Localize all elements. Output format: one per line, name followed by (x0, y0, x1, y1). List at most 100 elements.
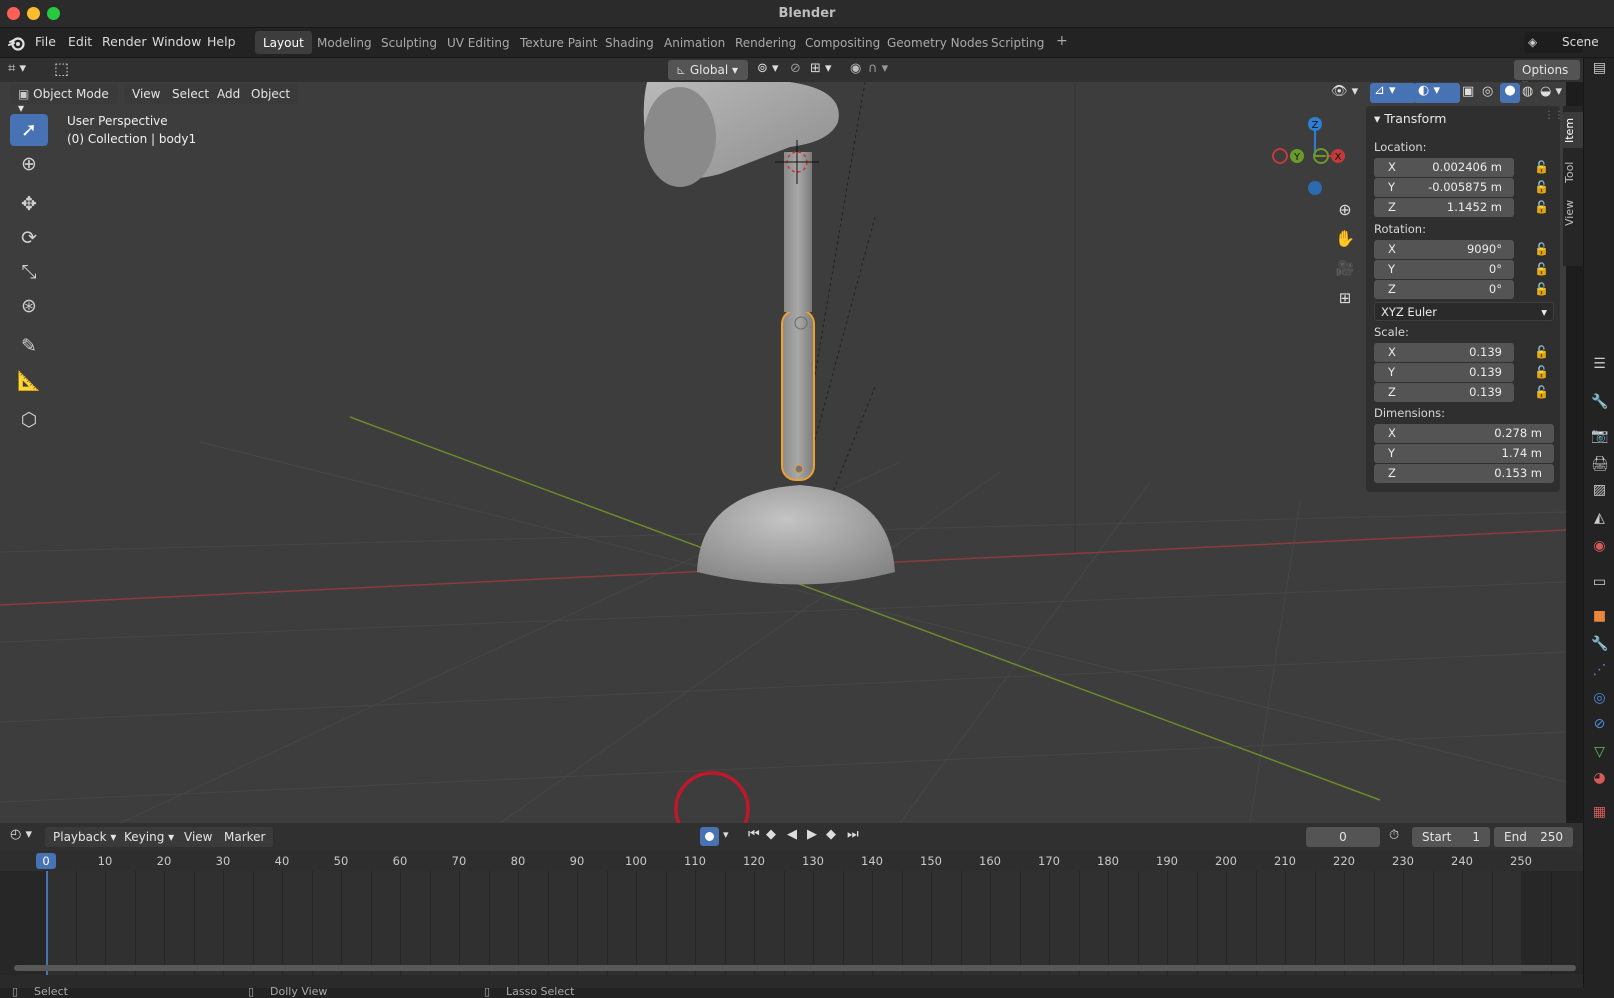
start-frame-field[interactable]: Start 1 (1412, 827, 1490, 847)
options-dropdown[interactable]: Options ▾ (1514, 60, 1580, 91)
xray-icon[interactable]: ▣ (1462, 84, 1474, 99)
add-cube-tool-icon[interactable]: ⬡ (10, 404, 48, 436)
lock-icon[interactable]: 🔓 (1534, 282, 1550, 296)
play-reverse-icon[interactable]: ◀ (787, 827, 797, 842)
tab-uv-editing[interactable]: UV Editing (439, 31, 518, 54)
auto-keying-record-button[interactable] (700, 827, 719, 846)
timeline-ruler[interactable]: 0 10 20 30 40 50 60 70 80 90 100 110 120 130 140 150 160… (0, 851, 1583, 871)
data-properties-icon[interactable]: ▽ (1591, 744, 1608, 761)
tab-animation[interactable]: Animation (656, 31, 733, 54)
cursor-tool-icon[interactable]: ⊕ (10, 148, 48, 180)
particles-properties-icon[interactable]: ⋰ (1591, 662, 1608, 679)
menu-window[interactable]: Window (152, 34, 201, 49)
lock-icon[interactable]: 🔓 (1534, 242, 1550, 256)
jump-to-start-icon[interactable]: ⏮ (748, 827, 760, 842)
lock-icon[interactable]: 🔓 (1534, 200, 1550, 214)
menu-help[interactable]: Help (207, 34, 236, 49)
falloff-icon[interactable]: ∩ ▾ (868, 61, 888, 76)
navigation-gizmo[interactable]: Z Y X (1270, 112, 1346, 202)
stopwatch-icon[interactable]: ⏱ (1389, 828, 1399, 843)
keying-options-chevron-icon[interactable]: ▾ (723, 828, 729, 841)
rotation-mode-dropdown[interactable]: XYZ Euler ▾ (1374, 302, 1554, 321)
rotate-tool-icon[interactable]: ⟳ (10, 222, 48, 254)
tab-view[interactable]: View (1563, 196, 1583, 230)
rotation-y-field[interactable]: Y 0° (1374, 260, 1514, 279)
modifier-properties-icon[interactable]: 🔧 (1591, 636, 1608, 653)
tab-shading[interactable]: Shading (597, 31, 662, 54)
constraints-properties-icon[interactable]: ⊘ (1591, 716, 1608, 733)
blender-logo-icon[interactable] (8, 34, 26, 52)
editor-type-icon[interactable]: ⌗ ▾ (8, 61, 40, 79)
snap-icon[interactable]: ⊘ (790, 61, 801, 76)
location-x-field[interactable]: X 0.002406 m (1374, 158, 1514, 177)
rendered-shading-icon[interactable]: ◒ ▾ (1540, 84, 1562, 99)
scale-y-field[interactable]: Y 0.139 (1374, 363, 1514, 382)
scene-selector[interactable]: ◈ Scene (1524, 32, 1599, 53)
select-box-icon[interactable]: ⬚ (54, 59, 69, 78)
scale-z-field[interactable]: Z 0.139 (1374, 383, 1514, 402)
scale-x-field[interactable]: X 0.139 (1374, 343, 1514, 362)
lamp-lower-arm-selected[interactable] (781, 309, 815, 481)
dimensions-y-field[interactable]: Y 1.74 m (1374, 444, 1554, 463)
lock-icon[interactable]: 🔓 (1534, 160, 1550, 174)
move-tool-icon[interactable]: ✥ (10, 188, 48, 220)
tab-scripting[interactable]: Scripting (983, 31, 1052, 54)
transform-orientation-dropdown[interactable]: ⊾ Global ▾ (668, 60, 748, 80)
world-properties-icon[interactable]: ◉ (1591, 538, 1608, 555)
timeline-menu-view[interactable]: View (176, 827, 221, 847)
object-properties-icon[interactable]: ■ (1591, 608, 1608, 625)
tool-properties-icon[interactable]: 🔧 (1591, 394, 1608, 411)
jump-to-end-icon[interactable]: ⏭ (847, 827, 859, 842)
tab-tool[interactable]: Tool (1563, 156, 1583, 188)
menu-edit[interactable]: Edit (68, 34, 92, 49)
object-mode-dropdown[interactable]: ▣ Object Mode ▾ (10, 84, 118, 115)
jump-to-previous-keyframe-icon[interactable]: ◆ (766, 827, 776, 842)
annotate-tool-icon[interactable]: ✎ (10, 330, 48, 362)
location-y-field[interactable]: Y -0.005875 m (1374, 178, 1514, 197)
menu-file[interactable]: File (35, 34, 56, 49)
physics-properties-icon[interactable]: ◎ (1591, 690, 1608, 707)
play-icon[interactable]: ▶ (807, 827, 817, 842)
snap-target-icon[interactable]: ⊞ ▾ (810, 61, 832, 76)
tab-geometry-nodes[interactable]: Geometry Nodes (879, 31, 996, 54)
tab-modeling[interactable]: Modeling (309, 31, 380, 54)
pan-hand-icon[interactable]: ✋ (1333, 229, 1357, 253)
drag-handle-icon[interactable]: ⋮⋮ (1544, 110, 1564, 121)
lock-icon[interactable]: 🔓 (1534, 365, 1550, 379)
output-properties-icon[interactable]: 🖨 (1591, 456, 1609, 473)
texture-properties-icon[interactable]: ▦ (1591, 804, 1608, 821)
tab-layout[interactable]: Layout (255, 31, 312, 54)
viewport-menu-view[interactable]: View (124, 84, 169, 104)
rotation-x-field[interactable]: X 9090° (1374, 240, 1514, 259)
timeline-menu-keying[interactable]: Keying ▾ (116, 827, 183, 847)
timeline-menu-playback[interactable]: Playback ▾ (45, 827, 125, 847)
menu-render[interactable]: Render (102, 34, 147, 49)
add-workspace-button[interactable]: + (1048, 31, 1076, 54)
end-frame-field[interactable]: End 250 (1494, 827, 1573, 847)
material-shading-icon[interactable]: ◍ (1522, 84, 1533, 99)
view-layer-icon[interactable]: ▨ (1591, 482, 1608, 499)
lamp-upper-arm[interactable] (784, 152, 812, 312)
rotation-z-field[interactable]: Z 0° (1374, 280, 1514, 299)
current-frame-field[interactable]: 0 (1306, 827, 1380, 847)
gizmo-toggle-button[interactable]: ⊿ ▾ (1370, 83, 1416, 103)
gizmo-neg-z-axis[interactable] (1308, 181, 1322, 195)
transform-section-header[interactable]: ▾ Transform (1374, 111, 1446, 126)
overlay-toggle-button[interactable]: ◐ ▾ (1414, 83, 1460, 103)
scale-tool-icon[interactable]: ⤡ (10, 256, 48, 288)
timeline-menu-marker[interactable]: Marker (216, 827, 274, 847)
scene-properties-icon[interactable]: ◭ (1591, 510, 1608, 527)
camera-view-icon[interactable]: 🎥 (1333, 259, 1357, 283)
lock-icon[interactable]: 🔓 (1534, 180, 1550, 194)
dimensions-x-field[interactable]: X 0.278 m (1374, 424, 1554, 443)
material-properties-icon[interactable]: ◕ (1591, 770, 1608, 787)
tab-item[interactable]: Item (1563, 112, 1583, 148)
gizmo-neg-x-axis[interactable] (1272, 148, 1288, 164)
timeline-editor-type-icon[interactable]: ◴ ▾ (10, 827, 32, 842)
timeline-scrollbar[interactable] (14, 965, 1576, 971)
transform-tool-icon[interactable]: ⊛ (10, 290, 48, 322)
lock-icon[interactable]: 🔓 (1534, 345, 1550, 359)
measure-tool-icon[interactable]: 📐 (10, 364, 48, 396)
render-properties-icon[interactable]: 📷 (1591, 428, 1608, 445)
timeline-keyframe-area[interactable] (0, 871, 1583, 975)
